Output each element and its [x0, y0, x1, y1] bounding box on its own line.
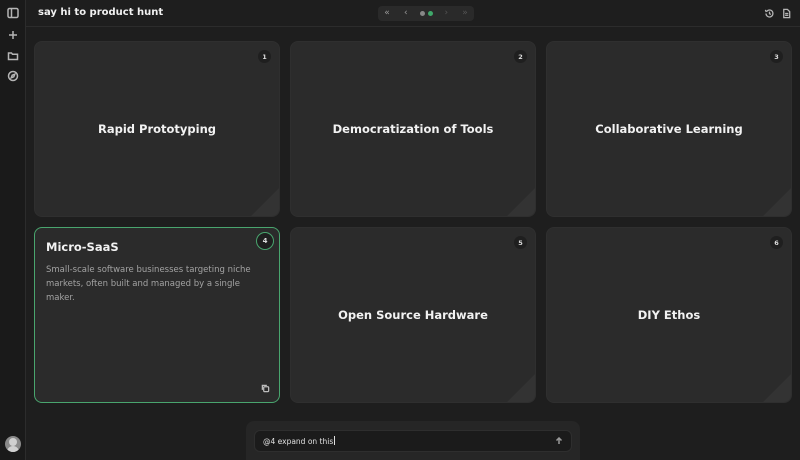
- compass-icon[interactable]: [4, 67, 22, 85]
- page-title: say hi to product hunt: [38, 7, 164, 18]
- page-dot-1[interactable]: [419, 11, 425, 16]
- left-rail: [0, 0, 26, 460]
- copy-icon[interactable]: [259, 382, 271, 394]
- avatar[interactable]: [5, 436, 21, 452]
- card-2[interactable]: 2 Democratization of Tools: [290, 41, 536, 217]
- prompt-input-value: @4 expand on this: [263, 436, 336, 446]
- top-bar: say hi to product hunt « ‹ › »: [26, 0, 800, 27]
- card-description: Small-scale software businesses targetin…: [46, 265, 251, 303]
- page-navigator: « ‹ › »: [378, 6, 474, 21]
- card-fold: [763, 188, 791, 216]
- card-title: Democratization of Tools: [332, 122, 494, 136]
- card-number-badge: 5: [514, 236, 527, 249]
- card-number-badge: 4: [256, 232, 274, 250]
- next-page-button[interactable]: ›: [441, 6, 451, 21]
- sidebar-toggle-icon[interactable]: [4, 4, 22, 22]
- first-page-button[interactable]: «: [382, 6, 392, 21]
- card-3[interactable]: 3 Collaborative Learning: [546, 41, 792, 217]
- history-icon[interactable]: [762, 6, 776, 20]
- card-fold: [507, 188, 535, 216]
- card-title: Micro-SaaS: [46, 240, 119, 254]
- card-title: Collaborative Learning: [595, 122, 743, 136]
- card-title: Rapid Prototyping: [97, 122, 216, 136]
- prompt-panel: @4 expand on this: [246, 421, 580, 460]
- card-number-badge: 2: [514, 50, 527, 63]
- card-1[interactable]: 1 Rapid Prototyping: [34, 41, 280, 217]
- card-number-badge: 6: [770, 236, 783, 249]
- card-fold: [251, 188, 279, 216]
- card-number-badge: 1: [258, 50, 271, 63]
- card-title: DIY Ethos: [637, 308, 701, 322]
- card-5[interactable]: 5 Open Source Hardware: [290, 227, 536, 403]
- page-dots: [419, 11, 433, 16]
- card-title: Open Source Hardware: [338, 308, 488, 322]
- folder-icon[interactable]: [4, 47, 22, 65]
- card-6[interactable]: 6 DIY Ethos: [546, 227, 792, 403]
- page-dot-2[interactable]: [427, 11, 433, 16]
- card-fold: [507, 374, 535, 402]
- card-fold: [763, 374, 791, 402]
- document-icon[interactable]: [779, 6, 793, 20]
- card-number-badge: 3: [770, 50, 783, 63]
- arrow-up-icon[interactable]: [554, 436, 564, 446]
- prompt-input[interactable]: @4 expand on this: [254, 430, 572, 452]
- card-4-selected[interactable]: 4 Micro-SaaS Small-scale software busine…: [34, 227, 280, 403]
- plus-icon[interactable]: [4, 26, 22, 44]
- last-page-button[interactable]: »: [460, 6, 470, 21]
- prev-page-button[interactable]: ‹: [401, 6, 411, 21]
